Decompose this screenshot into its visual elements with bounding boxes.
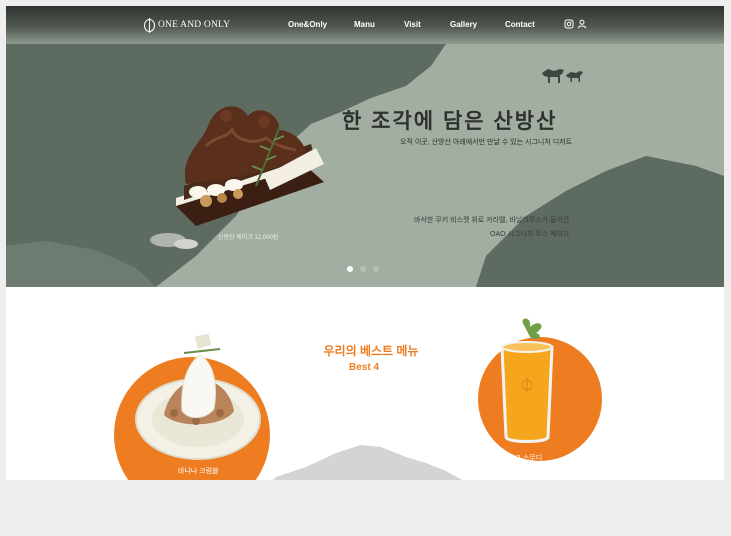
nav-item-gallery[interactable]: Gallery (450, 20, 477, 29)
hero-description-line-1: 바삭한 쿠키 비스켓 위로 카라멜, 바닐라무스가 들어간 (414, 217, 570, 224)
hero-banner: ONE AND ONLY One&Only Manu Visit Gallery… (6, 6, 724, 287)
nav-item-one-and-only[interactable]: One&Only (288, 20, 327, 29)
hero-description-line-2: OAO 시그니처 무스 케이크 (490, 231, 570, 238)
nav-item-menu[interactable]: Manu (354, 20, 375, 29)
user-icon[interactable] (577, 19, 587, 29)
horse-illustration-icon (542, 69, 583, 83)
main-nav: One&Only Manu Visit Gallery Contact (6, 20, 724, 32)
page-frame: ONE AND ONLY One&Only Manu Visit Gallery… (6, 6, 724, 480)
mango-smoothie-image (500, 318, 554, 443)
best-menu-subtitle: Best 4 (348, 362, 379, 373)
hero-background (6, 6, 724, 287)
hero-subtitle: 오직 이곳, 산방산 아래에서만 만날 수 있는 시그니처 디저트 (400, 139, 573, 146)
best-menu-title: 우리의 베스트 메뉴 (323, 344, 419, 358)
nav-item-contact[interactable]: Contact (505, 20, 535, 29)
menu-item-label-1: 바나나 크럼블 (178, 468, 219, 475)
nav-item-visit[interactable]: Visit (404, 20, 421, 29)
slider-dot-2[interactable] (360, 266, 366, 272)
menu-item-label-2: 망고 스무디 (508, 455, 543, 462)
slider-dot-3[interactable] (373, 266, 379, 272)
banana-crumble-image (135, 333, 261, 460)
best-menu-section: 우리의 베스트 메뉴 Best 4 바나나 크럼블 망고 스무디 (6, 287, 724, 480)
mountain-silhouette (273, 445, 463, 480)
instagram-icon[interactable] (564, 19, 574, 29)
slider-dot-1[interactable] (347, 266, 353, 272)
cake-image (150, 106, 324, 249)
slider-pagination (347, 266, 379, 272)
cake-caption: 산방산 케이크 12,000원 (218, 235, 279, 241)
page-bottom-strip (0, 480, 731, 536)
hero-title: 한 조각에 담은 산방산 (342, 110, 558, 133)
